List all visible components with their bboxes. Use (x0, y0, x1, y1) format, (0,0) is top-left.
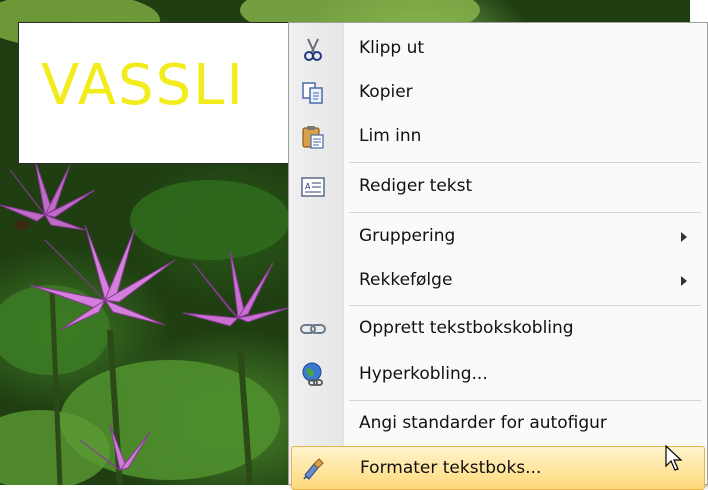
context-menu: Klipp ut Kopier Lim inn A Rediger tekst … (288, 22, 708, 490)
svg-text:A: A (305, 182, 311, 191)
menu-item-order[interactable]: Rekkefølge (291, 259, 705, 303)
copy-icon (299, 79, 327, 107)
menu-item-edit-text[interactable]: A Rediger tekst (291, 165, 705, 209)
paste-icon (299, 123, 327, 151)
chain-link-icon (299, 315, 327, 343)
menu-item-label: Angi standarder for autofigur (359, 413, 607, 433)
hyperlink-globe-icon (299, 361, 327, 389)
menu-item-label: Lim inn (359, 126, 422, 146)
menu-item-label: Hyperkobling... (359, 364, 488, 384)
format-brush-icon (300, 455, 328, 483)
menu-item-grouping[interactable]: Gruppering (291, 215, 705, 259)
edit-text-icon: A (299, 173, 327, 201)
selected-text-box[interactable]: VASSLI (18, 22, 296, 164)
scissors-icon (299, 35, 327, 63)
menu-item-label: Gruppering (359, 226, 456, 246)
menu-item-label: Formater tekstboks... (360, 458, 542, 478)
text-box-content: VASSLI (41, 53, 245, 118)
menu-item-create-textbox-link[interactable]: Opprett tekstbokskobling (291, 307, 705, 351)
menu-separator (349, 400, 701, 401)
menu-item-copy[interactable]: Kopier (291, 71, 705, 115)
menu-item-label: Klipp ut (359, 38, 425, 58)
menu-separator (349, 212, 701, 213)
submenu-arrow-icon (681, 232, 687, 242)
mouse-cursor-icon (665, 444, 683, 471)
menu-item-label: Kopier (359, 82, 413, 102)
menu-item-paste[interactable]: Lim inn (291, 115, 705, 159)
menu-item-label: Rediger tekst (359, 176, 473, 196)
menu-separator (349, 162, 701, 163)
menu-separator (349, 305, 701, 306)
menu-item-format-textbox[interactable]: Formater tekstboks... (291, 446, 705, 490)
menu-item-set-autoshape-defaults[interactable]: Angi standarder for autofigur (291, 402, 705, 446)
menu-item-label: Opprett tekstbokskobling (359, 318, 574, 338)
menu-item-label: Rekkefølge (359, 270, 453, 290)
menu-item-hyperlink[interactable]: Hyperkobling... (291, 353, 705, 397)
menu-item-cut[interactable]: Klipp ut (291, 27, 705, 71)
submenu-arrow-icon (681, 276, 687, 286)
